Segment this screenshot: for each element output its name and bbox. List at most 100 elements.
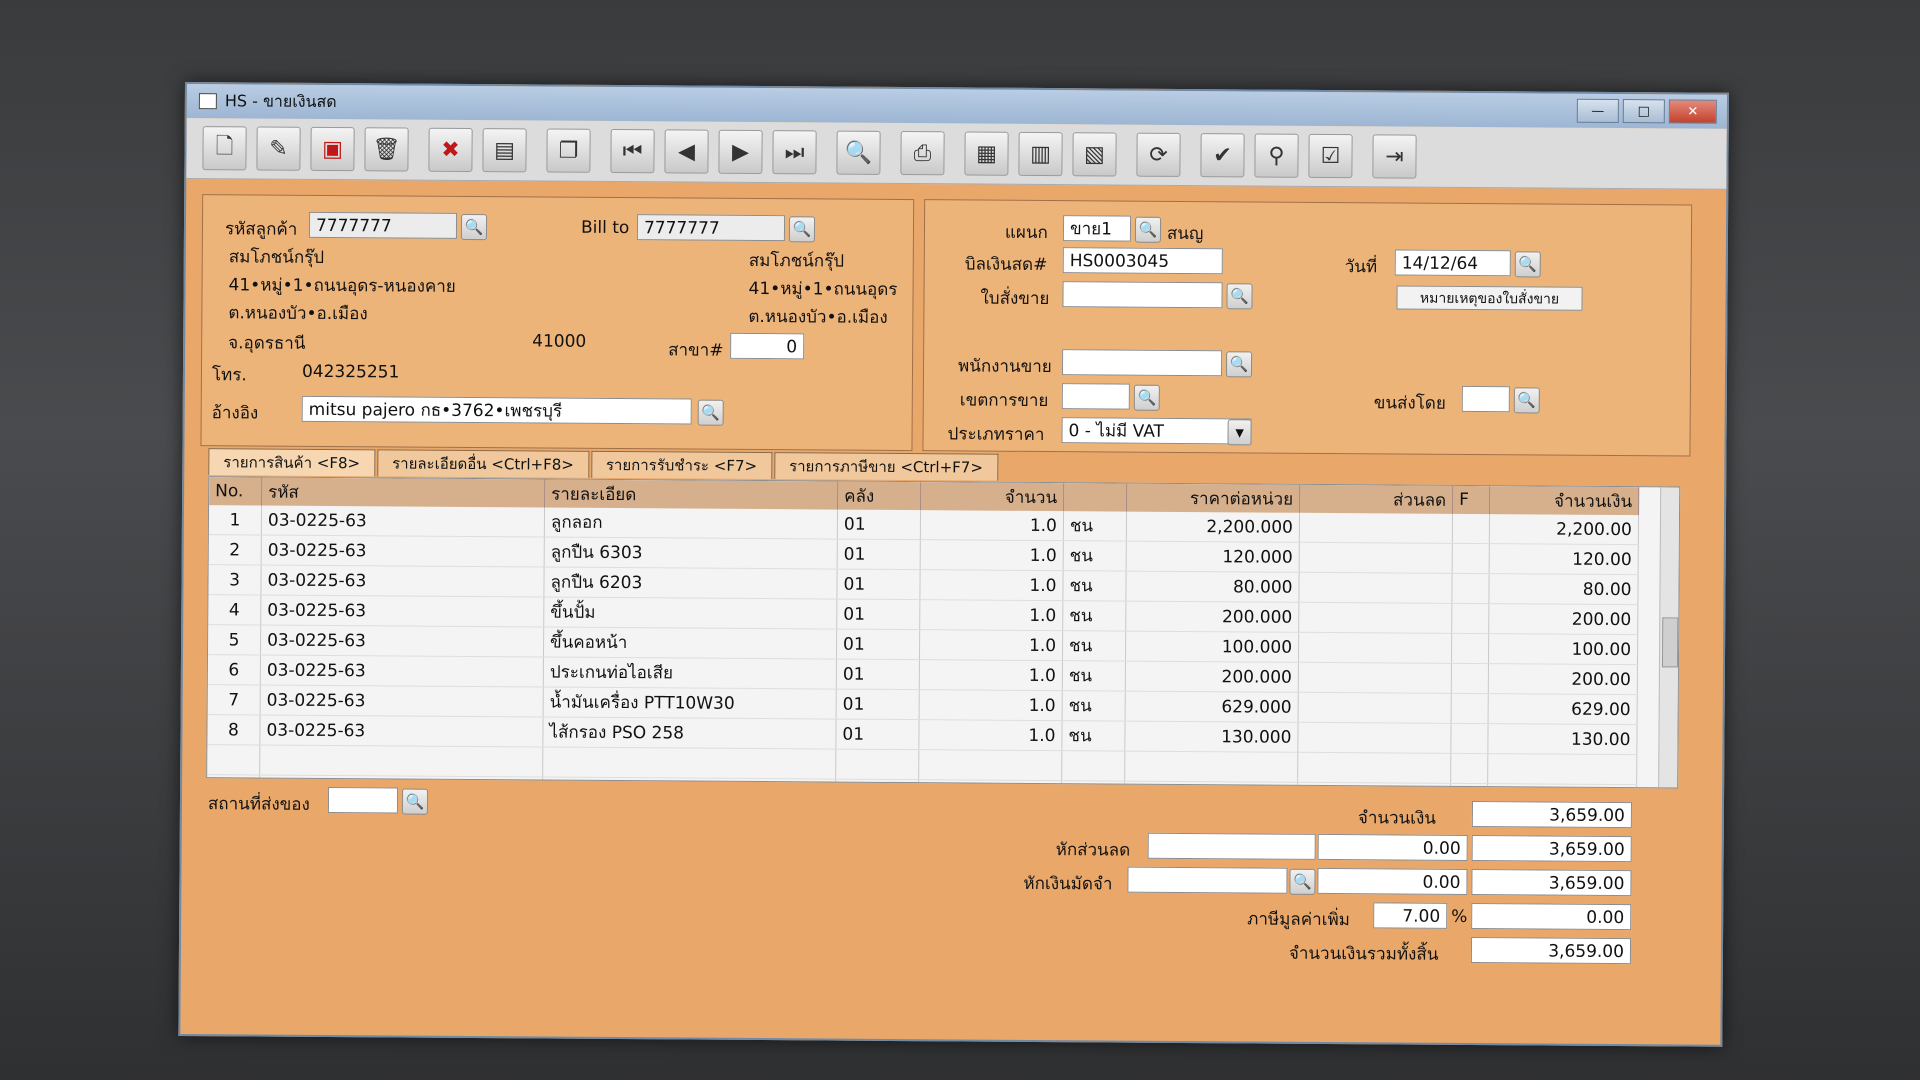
- maximize-button[interactable]: □: [1622, 99, 1665, 124]
- refresh-icon[interactable]: ⟳: [1136, 132, 1181, 177]
- cell-price[interactable]: 80.000: [1125, 571, 1300, 603]
- customer-search-icon[interactable]: 🔍: [460, 213, 488, 241]
- empty-cell[interactable]: [1450, 753, 1488, 784]
- order-search-icon[interactable]: 🔍: [1226, 283, 1253, 310]
- col-amount[interactable]: จำนวนเงิน: [1489, 486, 1639, 516]
- cell-unit[interactable]: ชน: [1062, 690, 1126, 722]
- cell-amount[interactable]: 200.00: [1488, 663, 1638, 695]
- cell-amount[interactable]: 629.00: [1488, 693, 1638, 725]
- cell-no[interactable]: 8: [207, 714, 261, 746]
- cell-discount[interactable]: [1299, 512, 1453, 544]
- empty-cell[interactable]: [1450, 783, 1488, 789]
- cell-unit[interactable]: ชน: [1063, 540, 1127, 572]
- cell-unit[interactable]: ชน: [1063, 511, 1127, 542]
- cell-code[interactable]: 03-0225-63: [259, 715, 544, 748]
- bill-field[interactable]: HS0003045: [1062, 247, 1223, 275]
- cell-discount[interactable]: [1298, 632, 1452, 664]
- cell-code[interactable]: 03-0225-63: [260, 685, 544, 718]
- cell-desc[interactable]: ประเกนท่อไอเสีย: [543, 657, 837, 690]
- empty-cell[interactable]: [1061, 780, 1125, 789]
- col-discount[interactable]: ส่วนลด: [1299, 484, 1453, 514]
- cell-no[interactable]: 1: [208, 505, 262, 536]
- cell-qty[interactable]: 1.0: [919, 629, 1063, 661]
- col-no[interactable]: No.: [209, 477, 262, 506]
- empty-cell[interactable]: [542, 747, 836, 780]
- order-field[interactable]: [1062, 281, 1223, 309]
- cell-desc[interactable]: ขึ้นคอหน้า: [543, 627, 837, 660]
- empty-cell[interactable]: [207, 744, 260, 776]
- cell-flag[interactable]: [1451, 633, 1489, 664]
- approve-icon[interactable]: ✔: [1200, 133, 1245, 178]
- empty-cell[interactable]: [1487, 753, 1637, 785]
- new-icon[interactable]: 🗋: [202, 126, 247, 171]
- cell-desc[interactable]: น้ำมันเครื่อง PTT10W30: [543, 687, 837, 720]
- dept-field[interactable]: ขาย1: [1062, 215, 1132, 242]
- cell-discount[interactable]: [1297, 722, 1452, 754]
- col-unit[interactable]: [1063, 483, 1127, 512]
- scroll-thumb[interactable]: [1661, 617, 1679, 668]
- cell-discount[interactable]: [1298, 692, 1452, 724]
- save-icon[interactable]: ▤: [482, 128, 527, 173]
- cell-discount[interactable]: [1299, 542, 1453, 574]
- cell-warehouse[interactable]: 01: [837, 509, 921, 540]
- tab-details[interactable]: รายละเอียดอื่น <Ctrl+F8>: [377, 449, 589, 478]
- exit-icon[interactable]: ⇥: [1372, 134, 1417, 179]
- cell-amount[interactable]: 2,200.00: [1489, 514, 1639, 545]
- copy-icon[interactable]: ❐: [546, 128, 591, 173]
- cell-code[interactable]: 03-0225-63: [261, 535, 545, 568]
- prev-icon[interactable]: ◀: [664, 129, 709, 174]
- cell-unit[interactable]: ชน: [1062, 600, 1126, 632]
- tab-payments[interactable]: รายการรับชำระ <F7>: [590, 450, 773, 480]
- cell-flag[interactable]: [1452, 543, 1490, 574]
- deposit-search-icon[interactable]: 🔍: [1289, 868, 1316, 895]
- billto-search-icon[interactable]: 🔍: [788, 216, 816, 243]
- empty-cell[interactable]: [1487, 783, 1637, 789]
- billto-field[interactable]: 7777777: [636, 214, 786, 242]
- shipto-search-icon[interactable]: 🔍: [401, 788, 429, 815]
- empty-cell[interactable]: [835, 749, 919, 780]
- cell-flag[interactable]: [1451, 573, 1490, 604]
- report-icon[interactable]: ▥: [1018, 131, 1063, 177]
- cell-flag[interactable]: [1451, 663, 1489, 694]
- print-icon[interactable]: ⎙: [900, 130, 945, 176]
- cell-amount[interactable]: 100.00: [1488, 633, 1638, 665]
- cell-qty[interactable]: 1.0: [919, 659, 1063, 691]
- cell-price[interactable]: 120.000: [1126, 541, 1300, 573]
- reference-search-icon[interactable]: 🔍: [697, 399, 724, 426]
- cell-amount[interactable]: 200.00: [1488, 603, 1638, 635]
- cell-warehouse[interactable]: 01: [836, 659, 920, 690]
- cell-discount[interactable]: [1298, 662, 1452, 694]
- cell-code[interactable]: 03-0225-63: [261, 505, 545, 538]
- date-field[interactable]: 14/12/64: [1394, 249, 1511, 277]
- deposit-text-field[interactable]: [1127, 866, 1288, 894]
- sales-field[interactable]: [1061, 349, 1223, 377]
- empty-cell[interactable]: [259, 775, 543, 789]
- discount-text-field[interactable]: [1147, 832, 1316, 860]
- calc-icon[interactable]: ▦: [964, 131, 1009, 176]
- cell-qty[interactable]: 1.0: [919, 689, 1063, 721]
- cell-price[interactable]: 100.000: [1125, 631, 1299, 663]
- col-desc[interactable]: รายละเอียด: [544, 479, 838, 510]
- cancel-icon[interactable]: ✖: [428, 127, 473, 173]
- items-grid[interactable]: No. รหัส รายละเอียด คลัง จำนวน ราคาต่อหน…: [206, 476, 1681, 789]
- area-search-icon[interactable]: 🔍: [1133, 384, 1160, 411]
- cell-warehouse[interactable]: 01: [836, 689, 920, 720]
- ship-search-icon[interactable]: 🔍: [1513, 387, 1540, 414]
- cell-price[interactable]: 200.000: [1125, 661, 1299, 693]
- sales-search-icon[interactable]: 🔍: [1225, 351, 1253, 378]
- cell-amount[interactable]: 120.00: [1489, 543, 1639, 575]
- cell-warehouse[interactable]: 01: [836, 629, 920, 660]
- empty-cell[interactable]: [918, 749, 1062, 781]
- shipto-field[interactable]: [327, 787, 399, 814]
- reference-field[interactable]: mitsu pajero กธ•3762•เพชรบุรี: [301, 395, 692, 425]
- cell-discount[interactable]: [1298, 572, 1453, 604]
- cell-qty[interactable]: 1.0: [920, 539, 1064, 571]
- cell-price[interactable]: 629.000: [1125, 691, 1299, 723]
- col-flag[interactable]: F: [1452, 485, 1490, 515]
- cell-desc[interactable]: ลูกปืน 6203: [543, 567, 838, 600]
- cell-desc[interactable]: ลูกลอก: [544, 507, 838, 540]
- col-qty[interactable]: จำนวน: [920, 482, 1064, 512]
- cell-no[interactable]: 7: [207, 684, 261, 716]
- cell-desc[interactable]: ไส้กรอง PSO 258: [542, 717, 837, 750]
- first-icon[interactable]: ⏮: [610, 128, 655, 174]
